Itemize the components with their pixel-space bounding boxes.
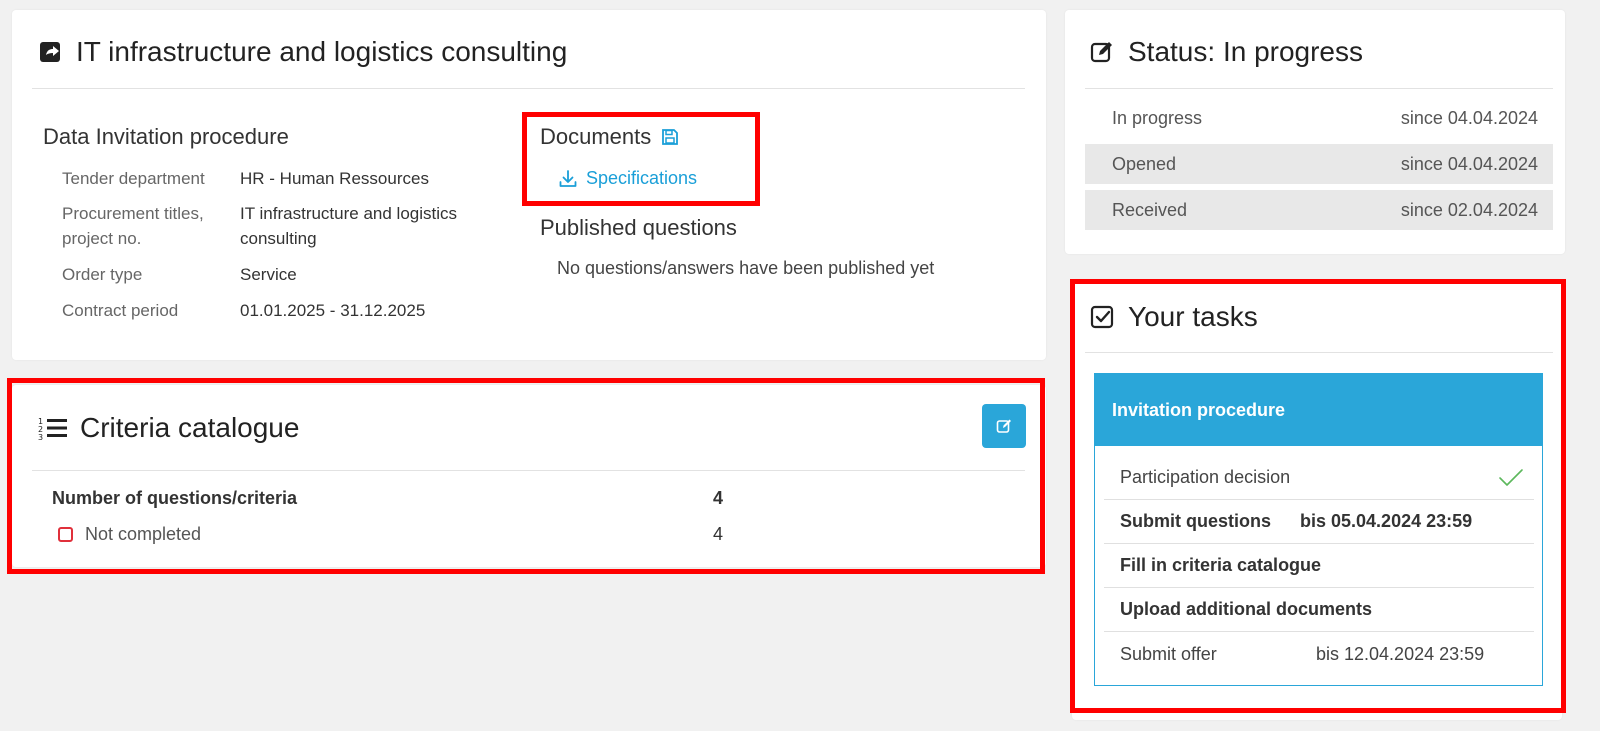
task-group-header: Invitation procedure: [1095, 374, 1542, 446]
task-label: Participation decision: [1120, 467, 1291, 487]
criteria-title-text: Criteria catalogue: [80, 412, 300, 443]
task-due: bis 12.04.2024 23:59: [1316, 643, 1485, 664]
field-value-order-type: Service: [240, 265, 297, 284]
status-row-label: In progress: [1112, 107, 1203, 128]
tasks-divider: [1085, 352, 1553, 353]
published-heading: Published questions: [540, 215, 737, 240]
document-link-label: Specifications: [586, 168, 698, 188]
download-icon: [558, 169, 578, 189]
field-value-contract-period: 01.01.2025 - 31.12.2025: [240, 301, 426, 320]
task-label: Fill in criteria catalogue: [1120, 555, 1322, 575]
criteria-divider: [32, 470, 1025, 471]
edit-icon: [996, 418, 1012, 434]
task-upload-documents[interactable]: Upload additional documents: [1104, 588, 1534, 632]
documents-heading: Documents: [540, 124, 679, 150]
list-ol-icon: 1 2 3: [38, 416, 68, 440]
status-row-since: since 04.04.2024: [1400, 107, 1538, 128]
task-label: Submit offer: [1120, 643, 1217, 664]
data-heading: Data Invitation procedure: [43, 124, 289, 149]
not-completed-icon: [58, 527, 73, 542]
field-label-procurement: Procurement titles, project no.: [62, 204, 204, 248]
field-value-procurement: IT infrastructure and logistics consulti…: [240, 204, 457, 248]
status-title: Status: In progress: [1090, 32, 1363, 72]
task-submit-questions[interactable]: Submit questions bis 05.04.2024 23:59: [1104, 500, 1534, 544]
tender-divider: [32, 88, 1025, 89]
edit-square-icon: [1090, 40, 1116, 64]
status-divider: [1085, 88, 1553, 89]
task-fill-criteria[interactable]: Fill in criteria catalogue: [1104, 544, 1534, 588]
task-label: Submit questions: [1120, 511, 1272, 531]
task-submit-offer[interactable]: Submit offer bis 12.04.2024 23:59: [1104, 632, 1534, 676]
save-icon[interactable]: [661, 128, 679, 146]
share-square-icon: [38, 40, 64, 64]
status-row-label: Opened: [1112, 153, 1177, 174]
status-row-received: Received since 02.04.2024: [1085, 190, 1553, 230]
criteria-title: 1 2 3 Criteria catalogue: [38, 408, 299, 448]
documents-heading-text: Documents: [540, 124, 652, 149]
status-row-in-progress: In progress since 04.04.2024: [1085, 98, 1553, 138]
checkmark-icon: [1498, 468, 1524, 488]
tender-title-text: IT infrastructure and logistics consulti…: [76, 36, 568, 67]
svg-text:3: 3: [38, 433, 43, 440]
field-label-order-type: Order type: [62, 265, 143, 284]
status-title-text: Status: In progress: [1128, 36, 1364, 67]
field-value-department: HR - Human Ressources: [240, 169, 429, 188]
field-label-contract-period: Contract period: [62, 301, 179, 320]
field-label-department: Tender department: [62, 169, 205, 188]
not-completed-label: Not completed: [85, 524, 202, 544]
document-link-specifications[interactable]: Specifications: [558, 168, 697, 189]
check-square-icon: [1090, 304, 1116, 330]
task-label: Upload additional documents: [1120, 599, 1373, 619]
criteria-count-value: 4: [713, 488, 724, 508]
not-completed-value: 4: [713, 524, 724, 544]
task-panel: Invitation procedure Participation decis…: [1094, 373, 1543, 686]
status-row-since: since 02.04.2024: [1400, 199, 1538, 220]
tasks-title-text: Your tasks: [1128, 301, 1258, 332]
tender-title: IT infrastructure and logistics consulti…: [38, 32, 567, 72]
task-participation-decision[interactable]: Participation decision: [1104, 456, 1534, 500]
status-row-label: Received: [1112, 199, 1188, 220]
status-row-since: since 04.04.2024: [1400, 153, 1538, 174]
not-completed-row: Not completed: [58, 524, 201, 545]
edit-criteria-button[interactable]: [982, 404, 1026, 448]
criteria-count-label: Number of questions/criteria: [52, 488, 298, 508]
status-row-opened: Opened since 04.04.2024: [1085, 144, 1553, 184]
tasks-title: Your tasks: [1090, 297, 1258, 337]
published-empty-text: No questions/answers have been published…: [557, 258, 935, 278]
task-due: bis 05.04.2024 23:59: [1300, 511, 1473, 531]
